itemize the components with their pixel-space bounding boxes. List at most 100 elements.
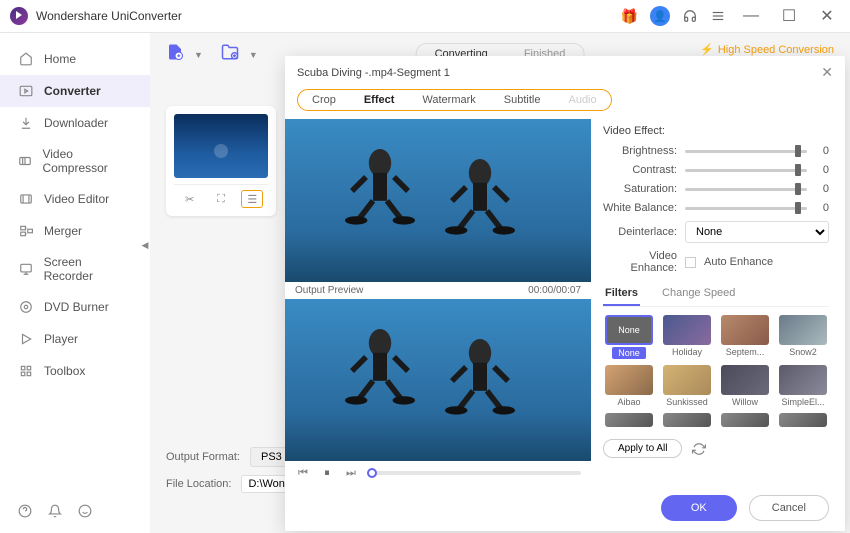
sidebar-item-label: Home — [44, 52, 76, 66]
tab-watermark[interactable]: Watermark — [408, 90, 489, 110]
file-location-label: File Location: — [166, 478, 231, 490]
filter-holiday[interactable]: Holiday — [661, 315, 713, 359]
original-preview — [285, 119, 591, 282]
white-balance-value: 0 — [815, 202, 829, 214]
sidebar-item-label: Merger — [44, 224, 82, 238]
white-balance-label: White Balance: — [603, 202, 677, 214]
output-format-label: Output Format: — [166, 451, 240, 463]
filter-sunkissed[interactable]: Sunkissed — [661, 365, 713, 407]
filter-willow[interactable]: Willow — [719, 365, 771, 407]
filter-sept[interactable]: Septem... — [719, 315, 771, 359]
filter-none[interactable]: NoneNone — [603, 315, 655, 359]
sidebar-item-label: Video Editor — [44, 192, 109, 206]
sidebar-item-downloader[interactable]: Downloader — [0, 107, 150, 139]
sidebar: Home Converter Downloader Video Compress… — [0, 33, 150, 533]
white-balance-slider[interactable] — [685, 207, 807, 210]
contrast-slider[interactable] — [685, 169, 807, 172]
filter-extra[interactable] — [777, 413, 829, 429]
headset-icon[interactable] — [682, 8, 698, 24]
sidebar-item-merger[interactable]: Merger — [0, 215, 150, 247]
editor-icon — [18, 191, 34, 207]
add-file-button[interactable] — [166, 43, 184, 66]
sidebar-item-toolbox[interactable]: Toolbox — [0, 355, 150, 387]
sidebar-item-player[interactable]: Player — [0, 323, 150, 355]
gift-icon[interactable]: 🎁 — [621, 8, 638, 25]
modal-title: Scuba Diving -.mp4-Segment 1 — [297, 67, 450, 79]
tab-subtitle[interactable]: Subtitle — [490, 90, 555, 110]
minimize-button[interactable]: — — [738, 6, 764, 26]
tab-audio[interactable]: Audio — [554, 90, 610, 110]
cancel-button[interactable]: Cancel — [749, 495, 829, 521]
filters-grid: NoneNoneHolidaySeptem...Snow2 AibaoSunkis… — [603, 315, 829, 429]
brightness-label: Brightness: — [603, 145, 677, 157]
ok-button[interactable]: OK — [661, 495, 737, 521]
prev-button[interactable]: ⏮ — [295, 465, 311, 481]
next-button[interactable]: ⏭ — [343, 465, 359, 481]
preview-time: 00:00/00:07 — [528, 285, 581, 296]
sidebar-item-converter[interactable]: Converter — [0, 75, 150, 107]
user-avatar[interactable]: 👤 — [650, 6, 670, 26]
sidebar-item-label: DVD Burner — [44, 300, 109, 314]
sidebar-item-label: Video Compressor — [42, 147, 132, 175]
auto-enhance-checkbox[interactable] — [685, 257, 696, 268]
filter-extra[interactable] — [719, 413, 771, 429]
subtab-filters[interactable]: Filters — [603, 282, 640, 306]
modal-close-button[interactable]: ✕ — [821, 64, 833, 81]
recorder-icon — [18, 261, 34, 277]
tab-crop[interactable]: Crop — [298, 90, 350, 110]
converter-icon — [18, 83, 34, 99]
auto-enhance-label: Auto Enhance — [704, 256, 773, 268]
add-folder-button[interactable] — [221, 43, 239, 66]
help-icon[interactable] — [18, 504, 32, 523]
sidebar-item-label: Screen Recorder — [44, 255, 132, 283]
app-logo — [10, 7, 28, 25]
download-icon — [18, 115, 34, 131]
tab-effect[interactable]: Effect — [350, 90, 409, 110]
video-card[interactable]: ✂ ⛶ ☰ — [166, 106, 276, 216]
enhance-label: Video Enhance: — [603, 250, 677, 274]
sidebar-item-editor[interactable]: Video Editor — [0, 183, 150, 215]
close-button[interactable]: ✕ — [814, 6, 840, 26]
pause-button[interactable]: ⏸ — [319, 465, 335, 481]
filter-simple[interactable]: SimpleEl... — [777, 365, 829, 407]
sidebar-item-dvd[interactable]: DVD Burner — [0, 291, 150, 323]
timeline-slider[interactable] — [367, 471, 581, 475]
effect-menu-icon[interactable]: ☰ — [241, 190, 263, 208]
contrast-value: 0 — [815, 164, 829, 176]
brightness-slider[interactable] — [685, 150, 807, 153]
filter-extra[interactable] — [603, 413, 655, 429]
filter-snow[interactable]: Snow2 — [777, 315, 829, 359]
apply-all-button[interactable]: Apply to All — [603, 439, 682, 458]
filter-extra[interactable] — [661, 413, 713, 429]
maximize-button[interactable]: ☐ — [776, 6, 802, 26]
merger-icon — [18, 223, 34, 239]
menu-icon[interactable] — [710, 8, 726, 24]
video-effect-title: Video Effect: — [603, 125, 829, 137]
compressor-icon — [18, 153, 32, 169]
saturation-slider[interactable] — [685, 188, 807, 191]
deinterlace-label: Deinterlace: — [603, 226, 677, 238]
trim-icon[interactable]: ✂ — [179, 190, 201, 208]
titlebar: Wondershare UniConverter 🎁 👤 — ☐ ✕ — [0, 0, 850, 33]
effect-modal: Scuba Diving -.mp4-Segment 1 ✕ Crop Effe… — [285, 56, 845, 531]
sidebar-item-home[interactable]: Home — [0, 43, 150, 75]
brightness-value: 0 — [815, 145, 829, 157]
high-speed-badge[interactable]: ⚡ High Speed Conversion — [700, 43, 834, 56]
sidebar-item-label: Converter — [44, 84, 101, 98]
sidebar-item-label: Player — [44, 332, 78, 346]
contrast-label: Contrast: — [603, 164, 677, 176]
player-icon — [18, 331, 34, 347]
sidebar-item-label: Downloader — [44, 116, 108, 130]
home-icon — [18, 51, 34, 67]
crop-icon[interactable]: ⛶ — [210, 190, 232, 208]
feedback-icon[interactable] — [78, 504, 92, 523]
filter-aibao[interactable]: Aibao — [603, 365, 655, 407]
bell-icon[interactable] — [48, 504, 62, 523]
lightning-icon: ⚡ — [700, 43, 714, 56]
subtab-speed[interactable]: Change Speed — [660, 282, 737, 306]
deinterlace-select[interactable]: None — [685, 221, 829, 243]
sidebar-item-label: Toolbox — [44, 364, 85, 378]
sidebar-item-recorder[interactable]: Screen Recorder — [0, 247, 150, 291]
refresh-icon[interactable] — [692, 442, 706, 456]
sidebar-item-compressor[interactable]: Video Compressor — [0, 139, 150, 183]
